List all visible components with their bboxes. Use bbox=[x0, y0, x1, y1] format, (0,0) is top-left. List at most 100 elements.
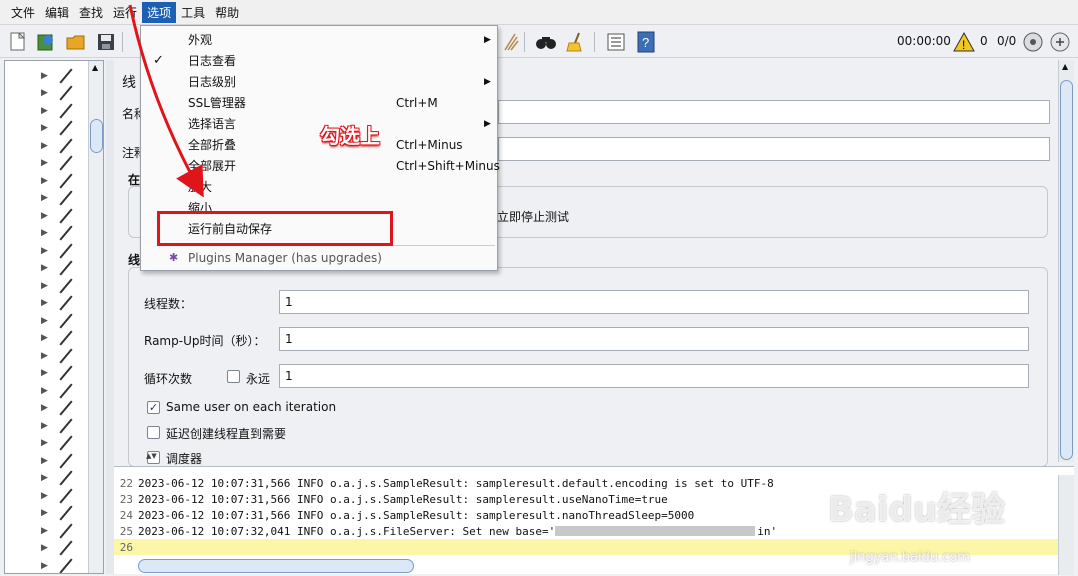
menu-help[interactable]: 帮助 bbox=[210, 2, 244, 23]
tree-node[interactable]: ▶ bbox=[41, 225, 75, 242]
same-user-checkbox[interactable]: ✓ bbox=[147, 401, 160, 414]
clear-all-icon[interactable] bbox=[498, 30, 522, 54]
tree-node[interactable]: ▶ bbox=[41, 67, 75, 84]
search-icon[interactable] bbox=[534, 30, 558, 54]
log-scrollbar[interactable] bbox=[1058, 475, 1074, 575]
tree-node[interactable]: ▶ bbox=[41, 277, 75, 294]
menu-edit[interactable]: 编辑 bbox=[40, 2, 74, 23]
expand-arrow-icon[interactable]: ▶ bbox=[41, 158, 51, 168]
expand-arrow-icon[interactable]: ▶ bbox=[41, 561, 51, 571]
expand-arrow-icon[interactable]: ▶ bbox=[41, 456, 51, 466]
expand-arrow-icon[interactable]: ▶ bbox=[41, 263, 51, 273]
menu-tools[interactable]: 工具 bbox=[176, 2, 210, 23]
expand-arrow-icon[interactable]: ▶ bbox=[41, 106, 51, 116]
menu-item-zoom-in[interactable]: 放大 bbox=[141, 176, 497, 197]
tree-node[interactable]: ▶ bbox=[41, 172, 75, 189]
tree-node[interactable]: ▶ bbox=[41, 382, 75, 399]
expand-arrow-icon[interactable]: ▶ bbox=[41, 211, 51, 221]
tree-node[interactable]: ▶ bbox=[41, 557, 75, 573]
tree-node[interactable]: ▶ bbox=[41, 470, 75, 487]
tree-node[interactable]: ▶ bbox=[41, 505, 75, 522]
expand-arrow-icon[interactable]: ▶ bbox=[41, 438, 51, 448]
menu-file[interactable]: 文件 bbox=[6, 2, 40, 23]
menu-item-language[interactable]: 选择语言 ▶ bbox=[141, 113, 497, 134]
forever-checkbox[interactable] bbox=[227, 370, 240, 383]
tree-node[interactable]: ▶ bbox=[41, 207, 75, 224]
tree-node[interactable]: ▶ bbox=[41, 435, 75, 452]
expand-arrow-icon[interactable]: ▶ bbox=[41, 193, 51, 203]
menu-item-expand-all[interactable]: 全部展开 Ctrl+Shift+Minus bbox=[141, 155, 500, 176]
expand-arrow-icon[interactable]: ▶ bbox=[41, 526, 51, 536]
menu-item-log-level[interactable]: 日志级别 ▶ bbox=[141, 71, 497, 92]
warning-icon[interactable]: ! bbox=[952, 30, 976, 54]
expand-arrow-icon[interactable]: ▶ bbox=[41, 141, 51, 151]
tree-node[interactable]: ▶ bbox=[41, 242, 75, 259]
expand-arrow-icon[interactable]: ▶ bbox=[41, 351, 51, 361]
tree-node[interactable]: ▶ bbox=[41, 417, 75, 434]
scroll-up-arrow[interactable]: ▲ bbox=[92, 63, 98, 72]
panel-scrollbar[interactable]: ▲ bbox=[1058, 60, 1074, 462]
tree-node[interactable]: ▶ bbox=[41, 120, 75, 137]
expand-arrow-icon[interactable]: ▶ bbox=[41, 298, 51, 308]
expand-icon[interactable] bbox=[1048, 30, 1072, 54]
expand-arrow-icon[interactable]: ▶ bbox=[41, 473, 51, 483]
new-file-icon[interactable] bbox=[6, 30, 30, 54]
menu-item-plugins-manager[interactable]: ✱ Plugins Manager (has upgrades) bbox=[141, 247, 497, 268]
save-icon[interactable] bbox=[94, 30, 118, 54]
panel-splitter[interactable] bbox=[106, 60, 114, 574]
comment-field[interactable] bbox=[498, 137, 1050, 161]
expand-arrow-icon[interactable]: ▶ bbox=[41, 88, 51, 98]
menu-run[interactable]: 运行 bbox=[108, 2, 142, 23]
expand-arrow-icon[interactable]: ▶ bbox=[41, 543, 51, 553]
tree-node[interactable]: ▶ bbox=[41, 540, 75, 557]
expand-arrow-icon[interactable]: ▶ bbox=[41, 421, 51, 431]
tree-node[interactable]: ▶ bbox=[41, 522, 75, 539]
tree-node[interactable]: ▶ bbox=[41, 137, 75, 154]
function-list-icon[interactable] bbox=[604, 30, 628, 54]
remote-icon[interactable] bbox=[1021, 30, 1045, 54]
tree-node[interactable]: ▶ bbox=[41, 487, 75, 504]
expand-arrow-icon[interactable]: ▶ bbox=[41, 386, 51, 396]
stop-test-now-option[interactable]: 立即停止测试 bbox=[497, 208, 569, 225]
expand-arrow-icon[interactable]: ▶ bbox=[41, 403, 51, 413]
menu-item-ssl-manager[interactable]: SSL管理器 Ctrl+M bbox=[141, 92, 497, 113]
tree-node[interactable]: ▶ bbox=[41, 312, 75, 329]
menu-item-collapse-all[interactable]: 全部折叠 Ctrl+Minus bbox=[141, 134, 497, 155]
log-horizontal-scroll-thumb[interactable] bbox=[138, 559, 414, 573]
expand-arrow-icon[interactable]: ▶ bbox=[41, 316, 51, 326]
expand-arrow-icon[interactable]: ▶ bbox=[41, 333, 51, 343]
expand-arrow-icon[interactable]: ▶ bbox=[41, 491, 51, 501]
help-icon[interactable]: ? bbox=[634, 30, 658, 54]
scroll-up-arrow[interactable]: ▲ bbox=[1062, 62, 1068, 71]
expand-arrow-icon[interactable]: ▶ bbox=[41, 71, 51, 81]
menu-item-appearance[interactable]: 外观 ▶ bbox=[141, 29, 497, 50]
menu-search[interactable]: 查找 bbox=[74, 2, 108, 23]
tree-node[interactable]: ▶ bbox=[41, 452, 75, 469]
split-collapse-arrows[interactable]: ▲▼ bbox=[146, 452, 157, 460]
expand-arrow-icon[interactable]: ▶ bbox=[41, 228, 51, 238]
threads-input[interactable]: 1 bbox=[279, 290, 1029, 314]
tree-node[interactable]: ▶ bbox=[41, 85, 75, 102]
panel-scroll-thumb[interactable] bbox=[1060, 80, 1073, 460]
expand-arrow-icon[interactable]: ▶ bbox=[41, 508, 51, 518]
tree-node[interactable]: ▶ bbox=[41, 190, 75, 207]
expand-arrow-icon[interactable]: ▶ bbox=[41, 123, 51, 133]
tree-scroll-thumb[interactable] bbox=[90, 119, 103, 153]
tree-node[interactable]: ▶ bbox=[41, 347, 75, 364]
rampup-input[interactable]: 1 bbox=[279, 327, 1029, 351]
loop-count-input[interactable]: 1 bbox=[279, 364, 1029, 388]
tree-node[interactable]: ▶ bbox=[41, 260, 75, 277]
tree-node[interactable]: ▶ bbox=[41, 330, 75, 347]
tree-node[interactable]: ▶ bbox=[41, 102, 75, 119]
tree-node[interactable]: ▶ bbox=[41, 295, 75, 312]
expand-arrow-icon[interactable]: ▶ bbox=[41, 368, 51, 378]
clear-icon[interactable] bbox=[564, 30, 588, 54]
tree-node[interactable]: ▶ bbox=[41, 155, 75, 172]
delay-thread-checkbox[interactable] bbox=[147, 426, 160, 439]
tree-node[interactable]: ▶ bbox=[41, 365, 75, 382]
open-icon[interactable] bbox=[64, 30, 88, 54]
menu-options[interactable]: 选项 bbox=[142, 1, 177, 23]
menu-item-log-viewer[interactable]: ✓ 日志查看 bbox=[141, 50, 497, 71]
templates-icon[interactable] bbox=[34, 30, 58, 54]
tree-node[interactable]: ▶ bbox=[41, 400, 75, 417]
